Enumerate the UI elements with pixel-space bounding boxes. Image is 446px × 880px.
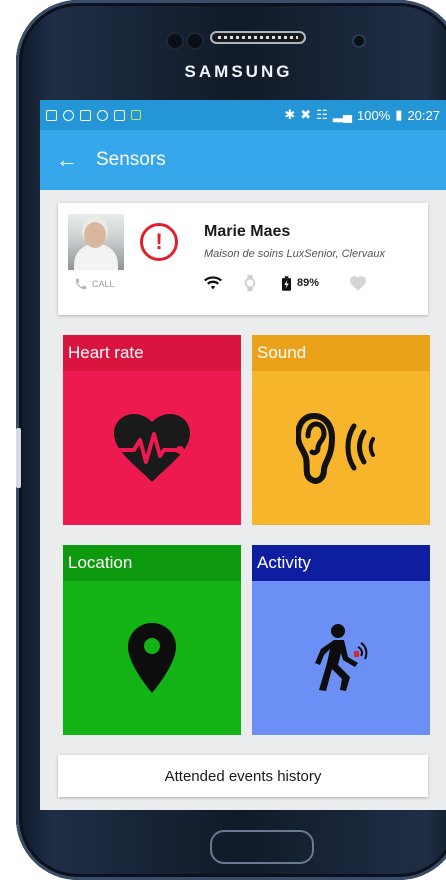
call-button[interactable]: CALL — [74, 277, 115, 291]
wifi-icon — [204, 276, 222, 290]
phone-icon — [75, 278, 87, 290]
app-bar: ← Sensors — [40, 130, 446, 190]
heart-icon — [350, 276, 367, 291]
notification-icon — [80, 109, 91, 121]
location-pin-icon — [128, 623, 176, 693]
tile-label: Location — [63, 545, 241, 581]
main-content: CALL ! Marie Maes Maison de soins LuxSen… — [40, 190, 446, 810]
attended-events-history-button[interactable]: Attended events history — [58, 755, 428, 797]
heart-rate-icon — [112, 414, 190, 482]
notification-icon — [46, 109, 57, 121]
notification-icon — [131, 110, 141, 120]
location-tile[interactable]: Location — [63, 545, 241, 735]
notification-icons — [46, 109, 141, 121]
bluetooth-icon: ✱ — [284, 107, 296, 122]
patient-location: Maison de soins LuxSenior, Clervaux — [204, 248, 385, 260]
notification-icon — [63, 109, 74, 121]
battery-level: 89% — [297, 277, 320, 289]
battery-percent: 100% — [357, 107, 391, 123]
signal-icon: ▂▄ — [332, 107, 353, 122]
front-camera-icon — [352, 34, 366, 48]
watch-icon — [244, 275, 256, 291]
home-button[interactable] — [210, 830, 314, 864]
notification-icon — [97, 109, 108, 121]
brand-logo: SAMSUNG — [184, 62, 293, 81]
walking-person-icon — [315, 624, 368, 691]
mute-icon: ✖ — [300, 107, 312, 122]
sensor-icon — [186, 32, 204, 50]
battery-icon — [282, 275, 291, 291]
app-screen: ✱ ✖ ☷ ▂▄ 100% ▮ 20:27 ← Sensors CALL ! M… — [40, 100, 446, 810]
tile-label: Sound — [252, 335, 430, 371]
tile-label: Heart rate — [63, 335, 241, 371]
instagram-icon — [114, 109, 125, 121]
back-arrow-icon[interactable]: ← — [56, 149, 78, 171]
sensor-icon — [166, 32, 184, 50]
side-button — [16, 428, 21, 488]
heart-rate-tile[interactable]: Heart rate — [63, 335, 241, 525]
call-label: CALL — [92, 279, 115, 289]
device-status-row: 89% — [204, 275, 367, 291]
wifi-status-icon: ☷ — [316, 107, 328, 122]
system-status: ✱ ✖ ☷ ▂▄ 100% ▮ 20:27 — [284, 107, 440, 123]
patient-name: Marie Maes — [204, 223, 291, 240]
clock: 20:27 — [407, 107, 440, 123]
alert-icon: ! — [140, 223, 178, 261]
battery-status-icon: ▮ — [395, 107, 403, 122]
page-title: Sensors — [96, 149, 166, 170]
patient-card[interactable]: CALL ! Marie Maes Maison de soins LuxSen… — [58, 203, 428, 315]
sound-tile[interactable]: Sound — [252, 335, 430, 525]
ear-sound-icon — [296, 413, 375, 484]
earpiece-speaker — [210, 31, 306, 44]
tile-label: Activity — [252, 545, 430, 581]
activity-tile[interactable]: Activity — [252, 545, 430, 735]
avatar — [68, 214, 124, 270]
status-bar: ✱ ✖ ☷ ▂▄ 100% ▮ 20:27 — [40, 100, 446, 130]
